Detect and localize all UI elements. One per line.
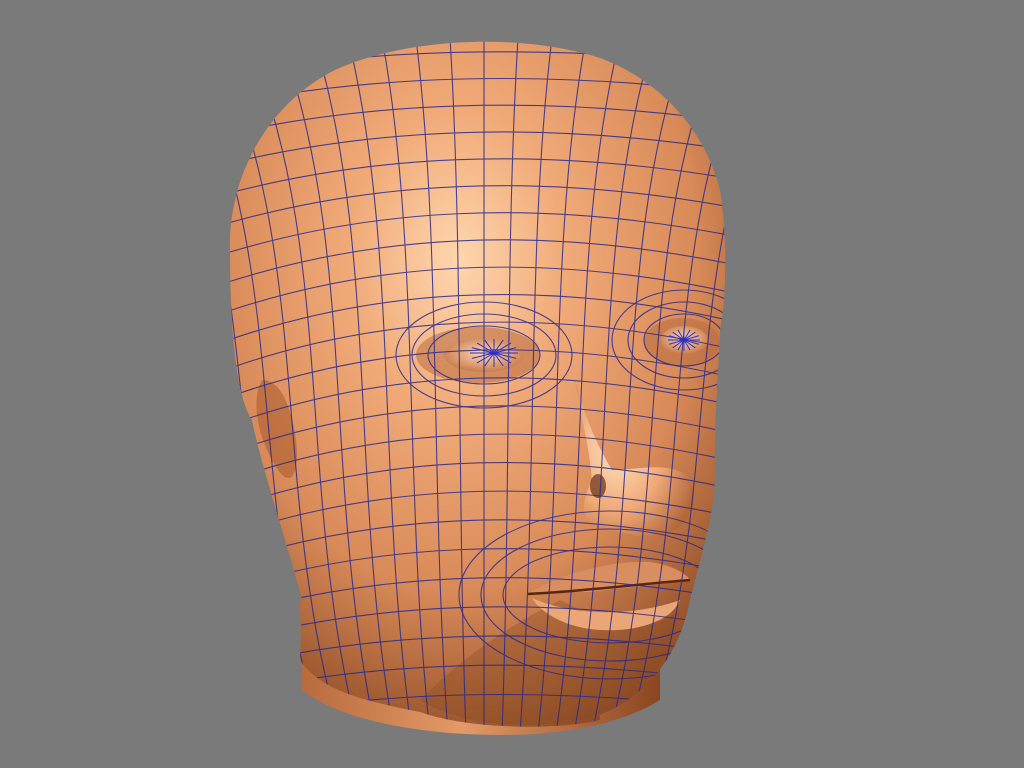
nostril [590,474,606,498]
3d-viewport[interactable] [0,0,1024,768]
head-render [0,0,1024,768]
